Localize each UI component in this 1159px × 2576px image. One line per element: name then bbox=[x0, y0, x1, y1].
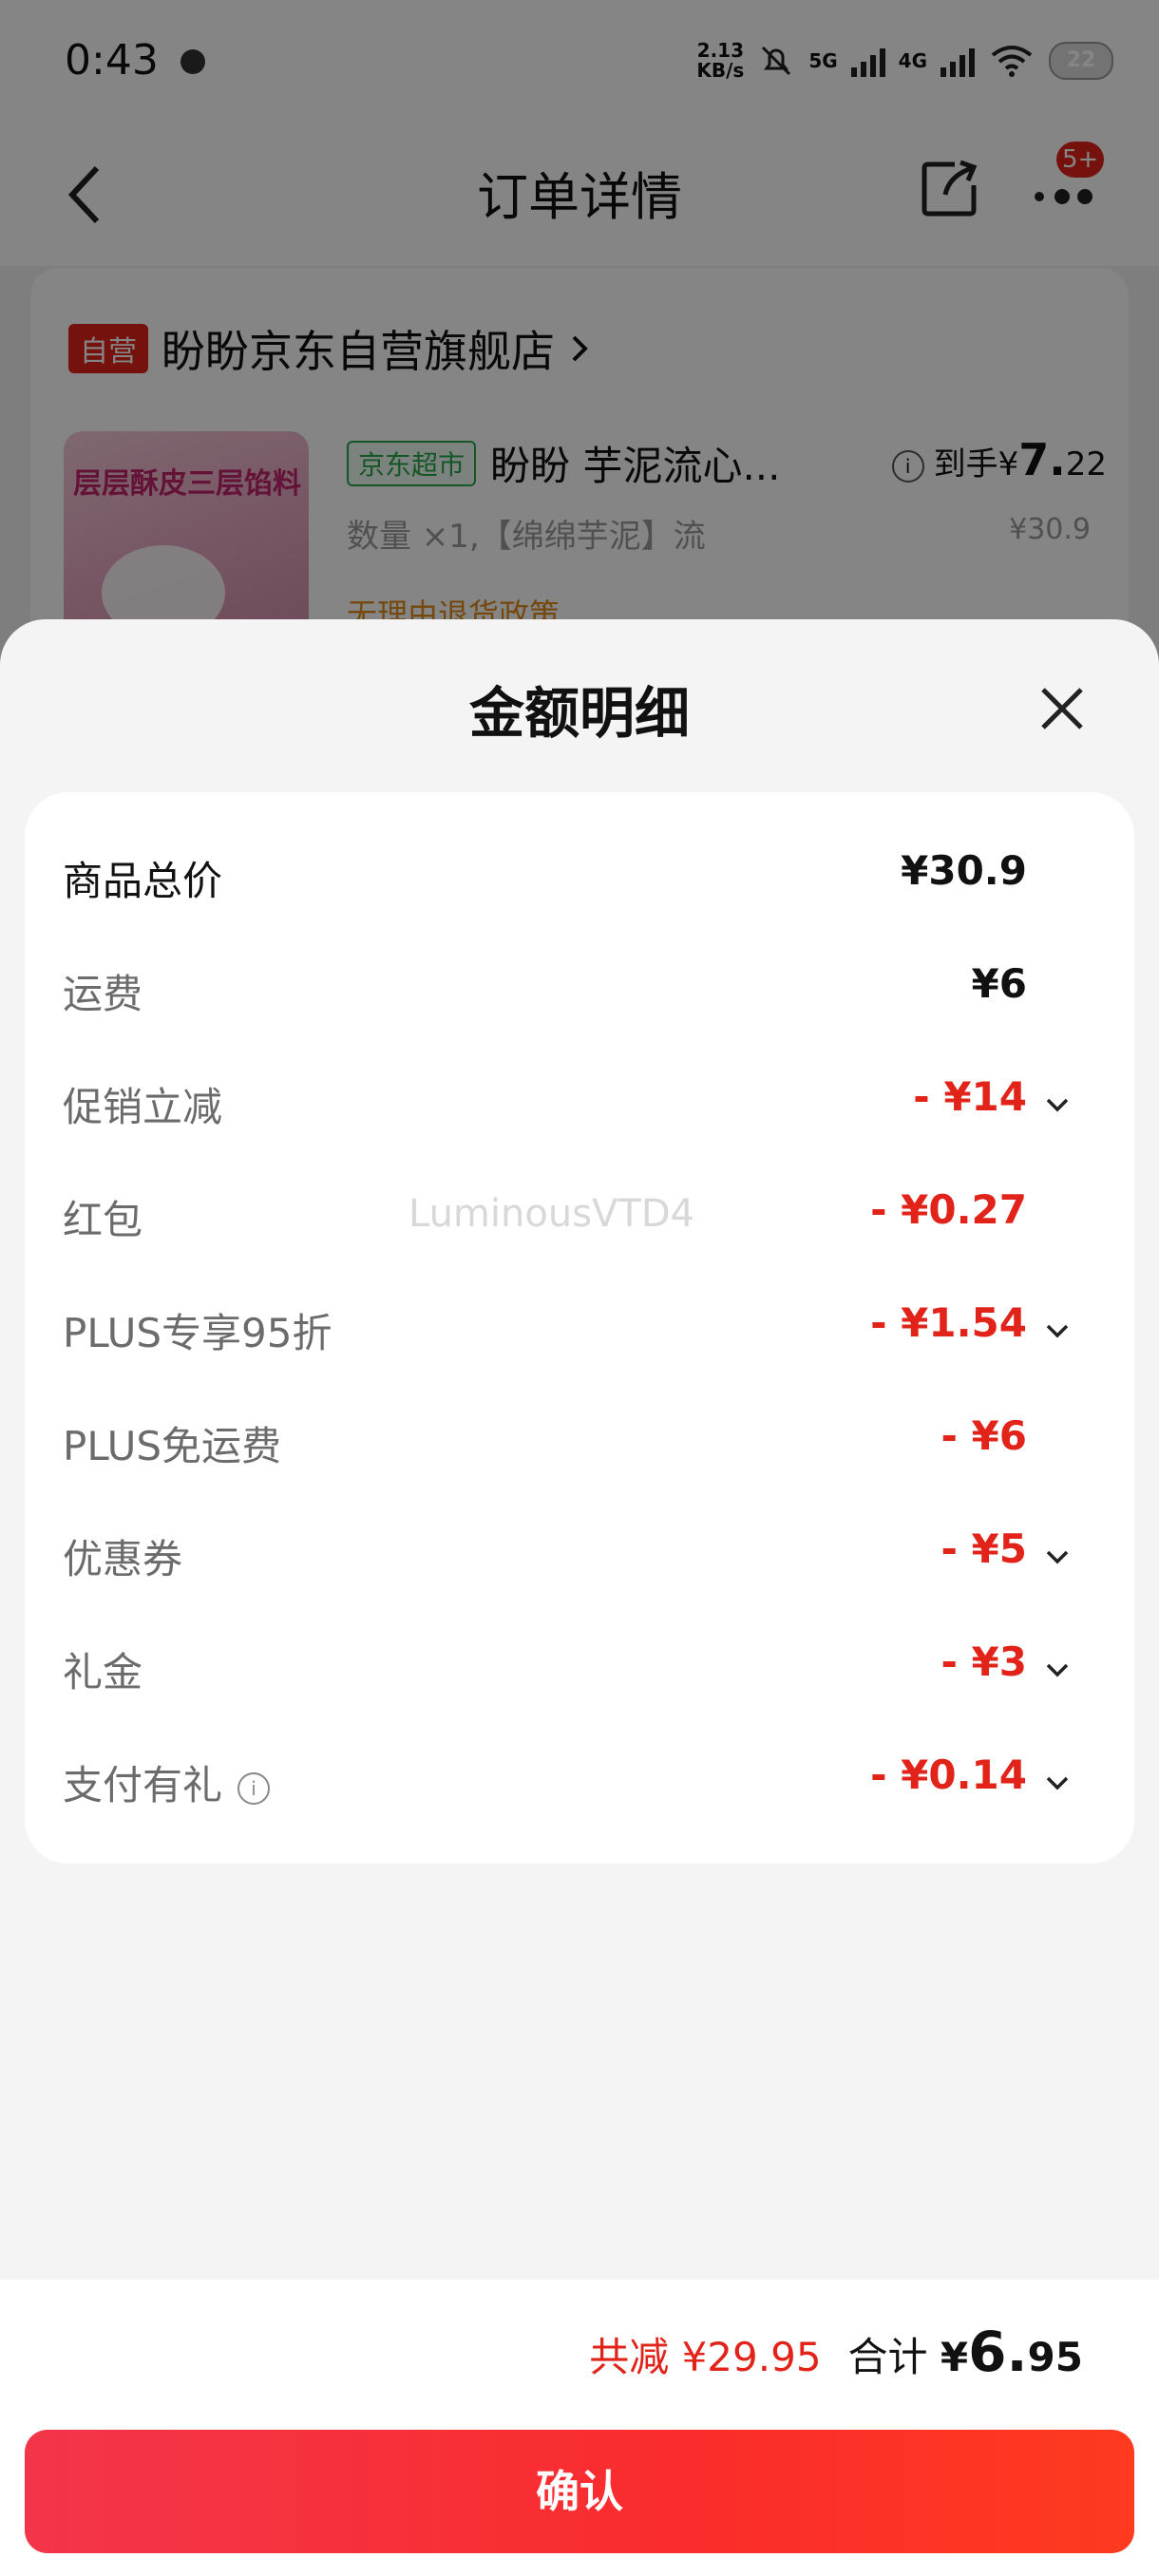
row-label: 促销立减 bbox=[63, 1084, 223, 1130]
close-icon[interactable] bbox=[1032, 678, 1092, 739]
price-summary: 共减 ¥29.95 合计 ¥6.95 bbox=[589, 2320, 1083, 2384]
row-value: - ¥0.27 bbox=[870, 1186, 1027, 1233]
chevron-down-icon[interactable] bbox=[1043, 1316, 1072, 1345]
row-value: - ¥1.54 bbox=[870, 1299, 1027, 1346]
row-label: PLUS免运费 bbox=[63, 1423, 282, 1469]
row-label: 礼金 bbox=[63, 1649, 143, 1695]
total-amount: 合计 ¥6.95 bbox=[848, 2320, 1083, 2384]
info-icon[interactable]: i bbox=[238, 1771, 271, 1805]
total-label: 合计 bbox=[847, 2334, 928, 2380]
row-label: PLUS专享95折 bbox=[63, 1310, 332, 1356]
row-value: - ¥0.14 bbox=[870, 1752, 1027, 1798]
footer-bar: 共减 ¥29.95 合计 ¥6.95 确认 bbox=[0, 2280, 1159, 2576]
row-gift-money[interactable]: 礼金 - ¥3 bbox=[63, 1631, 1108, 1707]
detail-card: 商品总价 ¥30.9 运费 ¥6 促销立减 - ¥14 红包 - ¥0.27 P… bbox=[25, 792, 1134, 1864]
row-label: 红包 bbox=[63, 1197, 143, 1243]
chevron-down-icon[interactable] bbox=[1043, 1090, 1072, 1119]
total-currency: ¥ bbox=[940, 2334, 969, 2380]
row-coupon[interactable]: 优惠券 - ¥5 bbox=[63, 1518, 1108, 1594]
row-plus-discount[interactable]: PLUS专享95折 - ¥1.54 bbox=[63, 1292, 1108, 1368]
row-label: 运费 bbox=[63, 971, 143, 1017]
row-value: - ¥6 bbox=[940, 1412, 1027, 1459]
watermark: LuminousVTD4 bbox=[408, 1192, 695, 1236]
chevron-down-icon[interactable] bbox=[1043, 1543, 1072, 1571]
row-label: 支付有礼 i bbox=[63, 1753, 271, 1811]
row-label-text: 支付有礼 bbox=[63, 1762, 223, 1809]
row-value: - ¥14 bbox=[913, 1073, 1027, 1120]
row-shipping: 运费 ¥6 bbox=[63, 953, 1108, 1029]
row-value: ¥6 bbox=[971, 960, 1027, 1007]
row-label: 优惠券 bbox=[63, 1536, 183, 1582]
total-int: 6. bbox=[968, 2320, 1028, 2384]
row-payment-gift[interactable]: 支付有礼 i - ¥0.14 bbox=[63, 1744, 1108, 1820]
row-value: ¥30.9 bbox=[901, 847, 1027, 894]
chevron-down-icon[interactable] bbox=[1043, 1769, 1072, 1797]
total-dec: 95 bbox=[1027, 2334, 1083, 2380]
row-value: - ¥3 bbox=[940, 1638, 1027, 1685]
row-promotion[interactable]: 促销立减 - ¥14 bbox=[63, 1066, 1108, 1142]
chevron-down-icon[interactable] bbox=[1043, 1656, 1072, 1684]
row-value: - ¥5 bbox=[940, 1525, 1027, 1572]
row-goods-total: 商品总价 ¥30.9 bbox=[63, 840, 1108, 916]
total-saved: 共减 ¥29.95 bbox=[589, 2334, 822, 2380]
confirm-button[interactable]: 确认 bbox=[25, 2430, 1134, 2553]
row-label: 商品总价 bbox=[63, 858, 223, 904]
sheet-title: 金额明细 bbox=[468, 681, 690, 746]
row-plus-free-shipping: PLUS免运费 - ¥6 bbox=[63, 1405, 1108, 1481]
